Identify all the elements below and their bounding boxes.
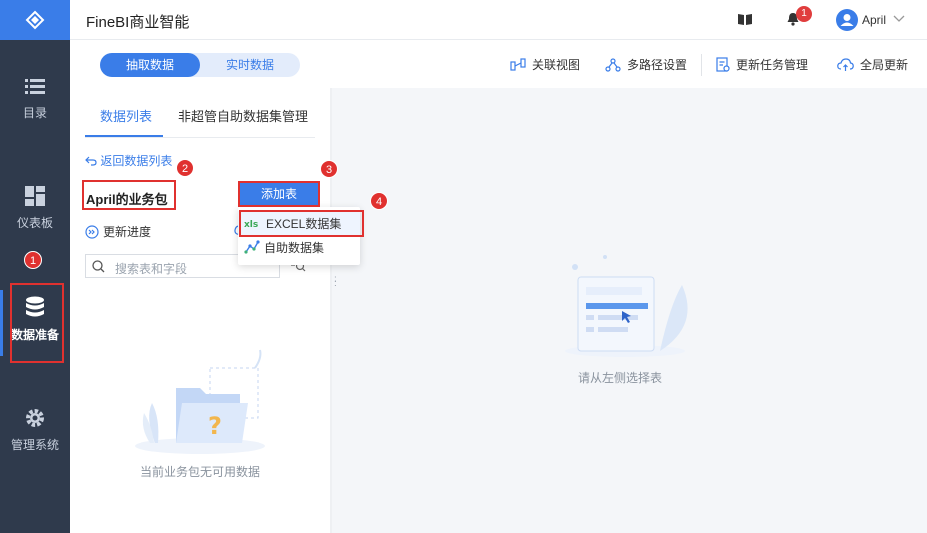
- annotation-badge-2: 2: [176, 159, 194, 177]
- update-tasks-label: 更新任务管理: [736, 58, 809, 72]
- top-header: FineBI商业智能 1 April: [70, 0, 927, 40]
- nav-label-admin: 管理系统: [10, 438, 59, 452]
- menu-item-excel-label: EXCEL数据集: [266, 216, 342, 231]
- logo[interactable]: [0, 0, 70, 40]
- annotation-badge-3: 3: [320, 160, 338, 178]
- global-update-label: 全局更新: [860, 58, 909, 72]
- select-table-text: 请从左侧选择表: [577, 371, 662, 385]
- nav-item-catalog[interactable]: 目录: [0, 78, 70, 121]
- menu-item-excel-dataset[interactable]: xls EXCEL数据集: [238, 211, 360, 235]
- database-icon: [26, 296, 44, 317]
- select-table-illustration: [565, 255, 688, 357]
- add-table-button[interactable]: 添加表: [240, 183, 318, 205]
- package-title: April的业务包: [86, 192, 168, 207]
- svg-text:?: ?: [208, 412, 222, 440]
- menu-item-self-service-dataset[interactable]: 自助数据集: [238, 235, 360, 259]
- panel-tabs: 数据列表 非超管自助数据集管理: [85, 88, 315, 138]
- multipath-icon: [605, 57, 621, 72]
- user-icon: [840, 14, 854, 26]
- nav-label-catalog: 目录: [22, 106, 47, 120]
- empty-folder-illustration: ?: [135, 349, 265, 454]
- cloud-update-icon: [837, 57, 854, 71]
- tab-self-service-management[interactable]: 非超管自助数据集管理: [178, 106, 308, 125]
- nav-item-data-prep[interactable]: 数据准备: [0, 296, 70, 343]
- progress-icon: [85, 224, 99, 239]
- nav-item-admin[interactable]: 管理系统: [0, 408, 70, 453]
- nav-item-dashboard[interactable]: 仪表板: [0, 186, 70, 231]
- app-root: 目录 仪表板 数据准备 管理系统 FineBI商业智能 1 April 抽取数据…: [0, 0, 927, 533]
- back-link-label: 返回数据列表: [100, 154, 173, 168]
- chevron-down-icon[interactable]: [893, 13, 905, 23]
- add-table-menu: xls EXCEL数据集 自助数据集: [238, 207, 360, 265]
- global-update-button[interactable]: 全局更新: [837, 56, 908, 73]
- multipath-button[interactable]: 多路径设置: [605, 56, 687, 73]
- active-tab-indicator: [85, 135, 163, 137]
- task-doc-icon: [716, 57, 730, 72]
- multipath-label: 多路径设置: [627, 58, 688, 72]
- svg-text:xls: xls: [244, 220, 258, 229]
- update-tasks-button[interactable]: 更新任务管理: [716, 56, 808, 73]
- nav-label-data-prep: 数据准备: [10, 328, 59, 342]
- user-name[interactable]: April: [862, 13, 886, 27]
- menu-item-self-service-label: 自助数据集: [264, 240, 325, 255]
- search-placeholder: 搜索表和字段: [115, 262, 188, 276]
- panel-splitter[interactable]: [330, 88, 332, 533]
- list-icon: [25, 79, 45, 94]
- data-list-panel: 数据列表 非超管自助数据集管理 返回数据列表 April的业务包 更新进度 搜索…: [70, 88, 330, 533]
- return-arrow-icon: [85, 156, 97, 166]
- relation-icon: [510, 57, 526, 71]
- toolbar-divider: [701, 54, 702, 76]
- notification-badge: 1: [796, 6, 812, 22]
- annotation-badge-4: 4: [370, 192, 388, 210]
- nav-label-dashboard: 仪表板: [16, 216, 53, 230]
- book-icon[interactable]: [738, 13, 752, 25]
- toolbar: 抽取数据 实时数据 关联视图 多路径设置 更新任务管理 全局更新: [70, 40, 927, 88]
- data-mode-switch: 抽取数据 实时数据: [100, 53, 300, 77]
- excel-icon: xls: [244, 220, 258, 229]
- relation-view-label: 关联视图: [532, 58, 581, 72]
- back-to-list-link[interactable]: 返回数据列表: [85, 152, 172, 169]
- dashboard-icon: [25, 186, 45, 206]
- logo-icon: [25, 10, 45, 30]
- update-progress-button[interactable]: 更新进度: [85, 223, 151, 240]
- search-icon: [92, 260, 105, 273]
- empty-package-text: 当前业务包无可用数据: [139, 465, 260, 479]
- avatar[interactable]: [836, 9, 858, 31]
- splitter-grip-icon[interactable]: ::: [334, 275, 337, 289]
- app-title: FineBI商业智能: [86, 14, 190, 31]
- tab-realtime-data[interactable]: 实时数据: [200, 53, 300, 77]
- relation-view-button[interactable]: 关联视图: [510, 56, 580, 73]
- annotation-badge-1: 1: [24, 251, 42, 269]
- self-service-icon: [244, 240, 260, 254]
- gear-icon: [26, 409, 44, 427]
- tab-extract-data[interactable]: 抽取数据: [100, 53, 200, 77]
- tab-data-list[interactable]: 数据列表: [100, 106, 152, 125]
- update-progress-label: 更新进度: [103, 225, 152, 239]
